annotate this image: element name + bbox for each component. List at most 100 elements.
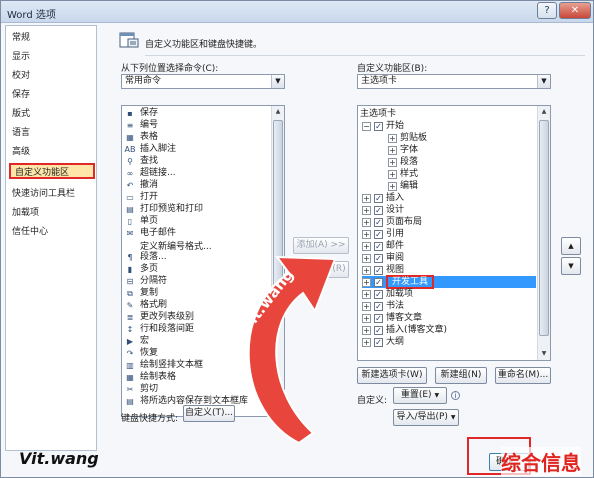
ribbon-tab-item[interactable]: + ✓ 引用 (362, 228, 536, 240)
expand-icon[interactable]: + (362, 314, 371, 323)
expand-icon[interactable]: + (388, 146, 397, 155)
command-item[interactable]: ▦ 绘制表格 (124, 372, 176, 383)
expand-icon[interactable]: + (362, 218, 371, 227)
nav-item[interactable]: 显示 (12, 49, 30, 65)
command-item[interactable]: ✂ 剪切 (124, 384, 158, 395)
command-item[interactable]: ↕ 行和段落间距 (124, 324, 194, 335)
nav-item[interactable]: 信任中心 (12, 224, 48, 240)
rename-button[interactable]: 重命名(M)... (495, 367, 551, 384)
ribbon-tabs-tree[interactable]: 主选项卡 − ✓ 开始 + 剪贴板 + 字体 + 段落 + 样式 + 编辑 + ✓ 插入 + ✓ 设计 + ✓ 页面布局 + ✓… (357, 105, 551, 361)
nav-item[interactable]: 高级 (12, 144, 30, 160)
tab-checkbox[interactable]: ✓ (374, 314, 383, 323)
tab-checkbox[interactable]: ✓ (374, 230, 383, 239)
expand-icon[interactable]: + (388, 170, 397, 179)
help-button[interactable]: ? (537, 2, 557, 19)
tab-checkbox[interactable]: ✓ (374, 278, 383, 287)
nav-item[interactable]: 语言 (12, 125, 30, 141)
ribbon-group-item[interactable]: + 字体 (388, 144, 536, 156)
nav-item[interactable]: 自定义功能区 (9, 163, 95, 179)
ribbon-group-item[interactable]: + 编辑 (388, 180, 536, 192)
command-item[interactable]: ▶ 宏 (124, 336, 149, 347)
command-item[interactable]: ▭ 打开 (124, 192, 158, 203)
nav-item[interactable]: 常规 (12, 30, 30, 46)
ribbon-tab-item[interactable]: + ✓ 插入(博客文章) (362, 324, 536, 336)
scroll-up-icon[interactable]: ▲ (272, 106, 284, 118)
nav-item[interactable]: 校对 (12, 68, 30, 84)
choose-commands-combo[interactable]: 常用命令 ▼ (121, 74, 285, 89)
command-item[interactable]: ↶撤消▶ (124, 180, 278, 191)
ribbon-group-item[interactable]: + 样式 (388, 168, 536, 180)
ribbon-tab-item[interactable]: + ✓ 博客文章 (362, 312, 536, 324)
collapse-icon[interactable]: − (362, 122, 371, 131)
expand-icon[interactable]: + (362, 194, 371, 203)
command-item[interactable]: ↷ 恢复 (124, 348, 158, 359)
ribbon-tab-item[interactable]: + ✓ 开发工具 (362, 275, 536, 289)
tab-checkbox[interactable]: ✓ (374, 290, 383, 299)
command-item[interactable]: ▥ 绘制竖排文本框 (124, 360, 203, 371)
command-item[interactable]: ⚲ 查找 (124, 156, 158, 167)
expand-icon[interactable]: + (362, 230, 371, 239)
expand-icon[interactable]: + (362, 302, 371, 311)
command-item[interactable]: ✎ 格式刷 (124, 300, 167, 311)
command-item[interactable]: ▤ 打印预览和打印 (124, 204, 203, 215)
customize-ribbon-combo[interactable]: 主选项卡 ▼ (357, 74, 551, 89)
expand-icon[interactable]: + (362, 338, 371, 347)
command-item[interactable]: ▦表格▶ (124, 132, 277, 143)
tab-checkbox[interactable]: ✓ (374, 242, 383, 251)
move-down-button[interactable]: ▼ (561, 257, 581, 275)
tab-checkbox[interactable]: ✓ (374, 266, 383, 275)
expand-icon[interactable]: + (362, 254, 371, 263)
command-item[interactable]: ⊟分隔符▶ (124, 276, 278, 287)
tab-checkbox[interactable]: ✓ (374, 326, 383, 335)
expand-icon[interactable]: + (388, 182, 397, 191)
tab-checkbox[interactable]: ✓ (374, 194, 383, 203)
import-export-button[interactable]: 导入/导出(P) ▼ (393, 409, 459, 426)
command-item[interactable]: ▪ 保存 (124, 108, 158, 119)
ribbon-group-item[interactable]: + 剪贴板 (388, 132, 536, 144)
command-item[interactable]: ∞ 超链接... (124, 168, 176, 179)
move-up-button[interactable]: ▲ (561, 237, 581, 255)
tab-checkbox[interactable]: ✓ (374, 122, 383, 131)
expand-icon[interactable]: + (362, 266, 371, 275)
expand-icon[interactable]: + (362, 206, 371, 215)
nav-item[interactable]: 版式 (12, 106, 30, 122)
command-item[interactable]: ≡编号▶ (124, 120, 278, 131)
ribbon-tab-item[interactable]: + ✓ 页面布局 (362, 216, 536, 228)
command-item[interactable]: ✉ 电子邮件 (124, 228, 176, 239)
tab-checkbox[interactable]: ✓ (374, 218, 383, 227)
nav-item[interactable]: 快速访问工具栏 (12, 186, 75, 202)
keyboard-customize-button[interactable]: 自定义(T)... (183, 405, 235, 422)
nav-item[interactable]: 加载项 (12, 205, 39, 221)
new-tab-button[interactable]: 新建选项卡(W) (357, 367, 427, 384)
command-item[interactable]: ≣ 更改列表级别 (124, 312, 194, 323)
command-item[interactable]: ▯ 单页 (124, 216, 158, 227)
ribbon-group-item[interactable]: + 段落 (388, 156, 536, 168)
expand-icon[interactable]: + (362, 290, 371, 299)
nav-item[interactable]: 保存 (12, 87, 30, 103)
ribbon-tab-item[interactable]: + ✓ 书法 (362, 300, 536, 312)
command-item[interactable]: ¶ 段落... (124, 252, 166, 263)
expand-icon[interactable]: + (362, 278, 371, 287)
tab-checkbox[interactable]: ✓ (374, 254, 383, 263)
ribbon-tab-item[interactable]: + ✓ 邮件 (362, 240, 536, 252)
command-item[interactable]: 定义新编号格式... (124, 240, 212, 252)
ribbon-tab-item[interactable]: + ✓ 加载项 (362, 288, 536, 300)
expand-icon[interactable]: + (362, 242, 371, 251)
command-item[interactable]: AB 插入脚注 (124, 144, 177, 155)
close-button[interactable]: ✕ (559, 2, 591, 19)
tab-checkbox[interactable]: ✓ (374, 302, 383, 311)
ribbon-tree-scrollbar[interactable]: ▲ ▼ (537, 106, 550, 360)
ribbon-tab-item[interactable]: + ✓ 大纲 (362, 336, 536, 348)
ribbon-tab-item[interactable]: − ✓ 开始 (362, 120, 536, 132)
ribbon-tab-item[interactable]: + ✓ 设计 (362, 204, 536, 216)
expand-icon[interactable]: + (388, 158, 397, 167)
expand-icon[interactable]: + (362, 326, 371, 335)
new-group-button[interactable]: 新建组(N) (435, 367, 487, 384)
scroll-thumb[interactable] (539, 120, 549, 336)
command-item[interactable]: ⧉ 复制 (124, 288, 158, 299)
command-item[interactable]: ▮ 多页 (124, 264, 158, 275)
reset-button[interactable]: 重置(E) ▼ (393, 387, 447, 404)
expand-icon[interactable]: + (388, 134, 397, 143)
ribbon-tree-header[interactable]: 主选项卡 (360, 108, 536, 120)
scroll-up-icon[interactable]: ▲ (538, 106, 550, 118)
